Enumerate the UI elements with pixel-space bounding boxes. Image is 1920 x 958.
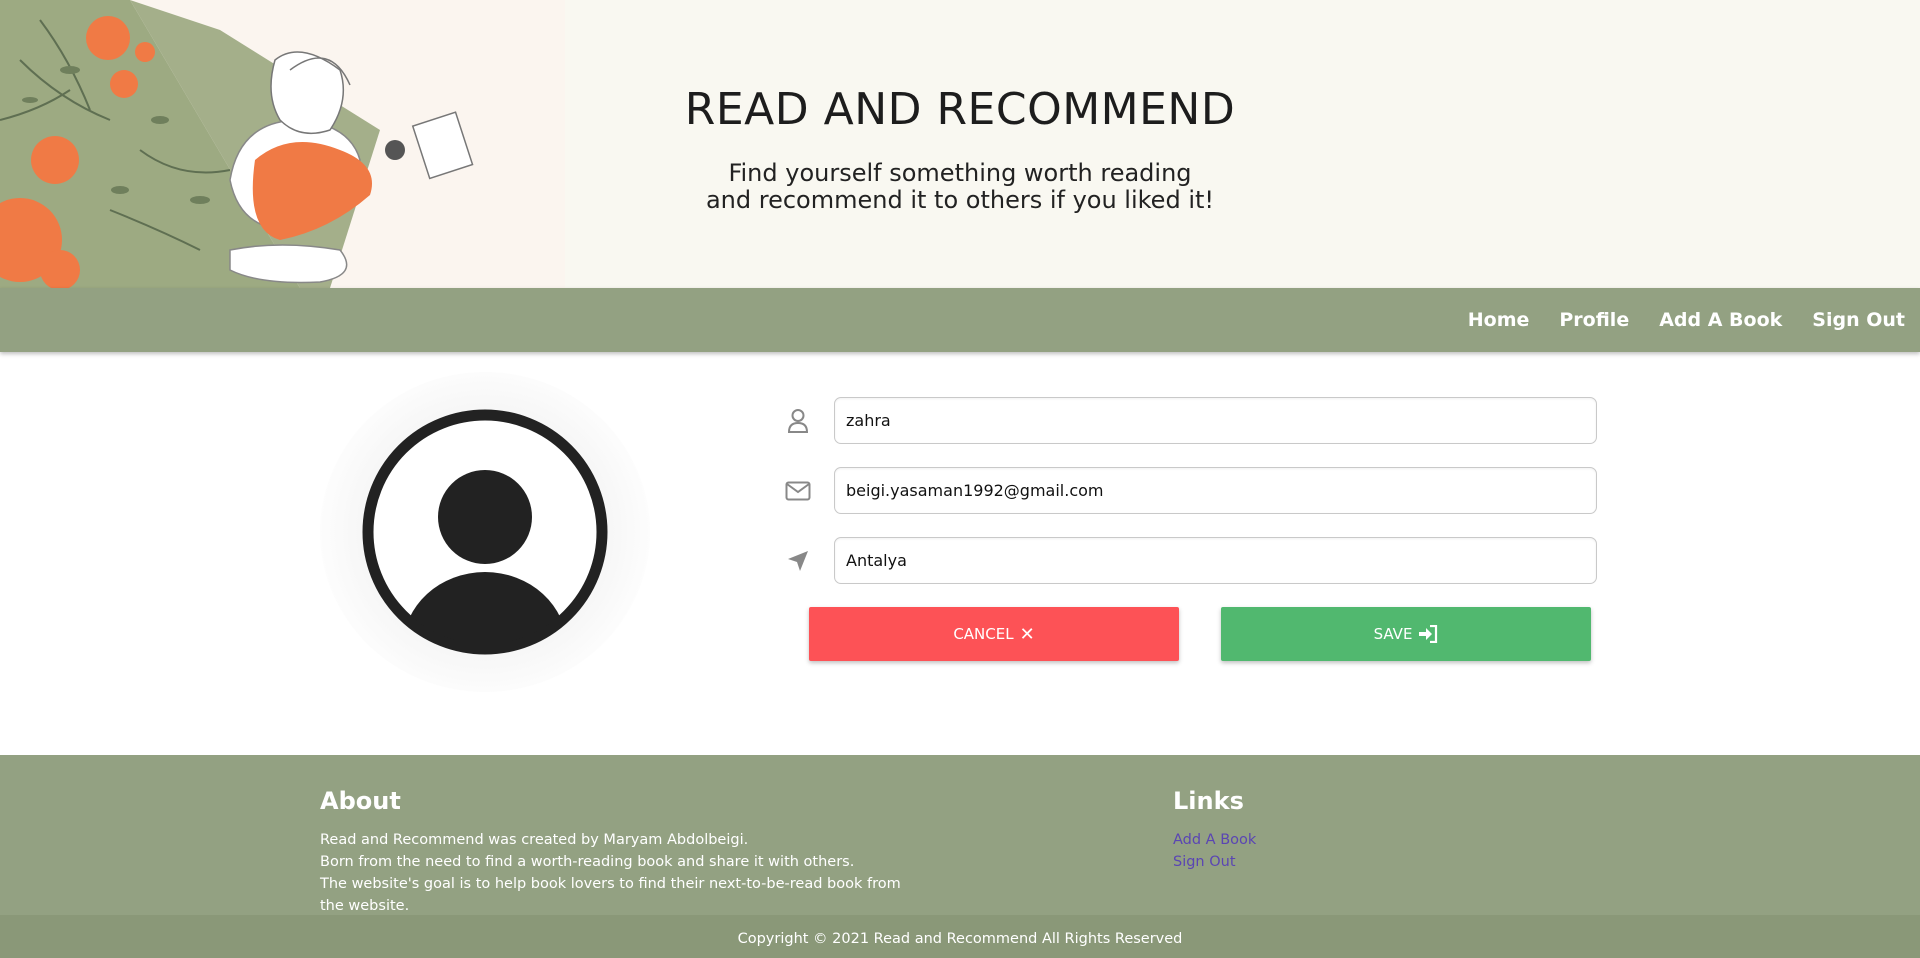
save-button[interactable]: SAVE: [1221, 607, 1591, 661]
nav-item-home[interactable]: Home: [1468, 309, 1530, 331]
hero-banner: READ AND RECOMMEND Find yourself somethi…: [0, 0, 1920, 288]
cancel-button[interactable]: CANCEL ✕: [809, 607, 1179, 661]
hero-illustration: [0, 0, 565, 288]
email-input[interactable]: [834, 467, 1597, 514]
footer-link-add-book[interactable]: Add A Book: [1173, 829, 1256, 851]
reading-girl-illustration: [0, 0, 565, 288]
about-text: Read and Recommend was created by Maryam…: [320, 829, 920, 917]
about-heading: About: [320, 787, 401, 815]
location-arrow-icon: [780, 547, 816, 575]
nav-item-add-book[interactable]: Add A Book: [1659, 309, 1782, 331]
nav-item-sign-out[interactable]: Sign Out: [1812, 309, 1905, 331]
user-icon: [780, 407, 816, 435]
site-subtitle: Find yourself something worth reading an…: [0, 160, 1920, 214]
email-row: [780, 467, 1600, 515]
about-line: Read and Recommend was created by Maryam…: [320, 832, 749, 848]
footer-links: Add A Book Sign Out: [1173, 829, 1256, 873]
cancel-label: CANCEL: [953, 625, 1014, 643]
copyright-bar: Copyright © 2021 Read and Recommend All …: [0, 915, 1920, 958]
sign-in-icon: [1418, 625, 1438, 643]
nav-item-profile[interactable]: Profile: [1559, 309, 1629, 331]
location-input[interactable]: [834, 537, 1597, 584]
footer-link-sign-out[interactable]: Sign Out: [1173, 851, 1256, 873]
about-line: The website's goal is to help book lover…: [320, 876, 901, 914]
main-navbar: Home Profile Add A Book Sign Out: [0, 288, 1920, 352]
subtitle-line-2: and recommend it to others if you liked …: [705, 186, 1215, 214]
save-label: SAVE: [1373, 625, 1413, 643]
location-row: [780, 537, 1600, 585]
site-title: READ AND RECOMMEND: [684, 84, 1236, 135]
envelope-icon: [780, 477, 816, 505]
nav-links: Home Profile Add A Book Sign Out: [1438, 288, 1905, 352]
copyright-text: Copyright © 2021 Read and Recommend All …: [737, 931, 1183, 947]
profile-avatar: [320, 372, 650, 692]
links-heading: Links: [1173, 787, 1244, 815]
subtitle-line-1: Find yourself something worth reading: [728, 159, 1192, 187]
site-footer: About Read and Recommend was created by …: [0, 755, 1920, 915]
username-row: [780, 397, 1600, 445]
user-avatar-icon: [362, 409, 608, 655]
username-input[interactable]: [834, 397, 1597, 444]
about-line: Born from the need to find a worth-readi…: [320, 854, 855, 870]
close-icon: ✕: [1019, 623, 1035, 645]
